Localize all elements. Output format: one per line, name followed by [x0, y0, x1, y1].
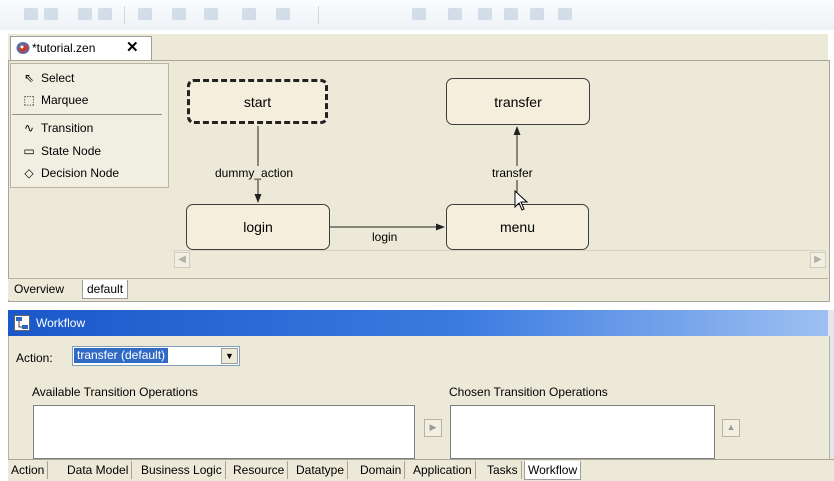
available-operations-label: Available Transition Operations [32, 385, 198, 399]
tab-default[interactable]: default [82, 280, 129, 299]
tab-application[interactable]: Application [410, 461, 476, 479]
horizontal-scrollbar[interactable] [172, 250, 826, 269]
state-node-start[interactable]: start [187, 79, 328, 124]
tab-domain[interactable]: Domain [357, 461, 406, 479]
tab-resource[interactable]: Resource [230, 461, 289, 479]
chevron-down-icon[interactable]: ▼ [221, 348, 238, 364]
tab-business-logic[interactable]: Business Logic [138, 461, 226, 479]
node-label: start [243, 93, 272, 110]
mouse-cursor-icon [514, 190, 529, 211]
chosen-operations-label: Chosen Transition Operations [449, 385, 608, 399]
workflow-view-title-bar [8, 310, 828, 336]
action-selected-value[interactable]: transfer (default) [74, 348, 169, 363]
tab-tasks[interactable]: Tasks [484, 461, 522, 479]
scroll-left-button[interactable]: ◀ [174, 252, 190, 268]
state-node-transfer[interactable]: transfer [446, 78, 590, 125]
workflow-icon [14, 315, 30, 331]
editor-view-tabs [8, 278, 828, 300]
scroll-right-button[interactable]: ▶ [810, 252, 826, 268]
tab-workflow[interactable]: Workflow [524, 461, 582, 480]
chosen-operations-list[interactable] [450, 405, 715, 459]
node-label: menu [499, 219, 536, 235]
edge-label-dummy-action[interactable]: dummy_action [215, 166, 294, 180]
state-node-login[interactable]: login [186, 204, 330, 250]
workflow-view-title: Workflow [36, 316, 86, 330]
edge-label-login[interactable]: login [372, 230, 398, 244]
move-up-button[interactable]: ▲ [722, 419, 740, 437]
action-label: Action: [16, 351, 53, 365]
tab-action[interactable]: Action [8, 461, 49, 479]
node-label: login [243, 219, 273, 235]
tab-data-model[interactable]: Data Model [64, 461, 133, 479]
tab-overview[interactable]: Overview [10, 280, 68, 298]
node-label: transfer [494, 93, 542, 110]
add-operation-button[interactable]: ▶ [424, 419, 442, 437]
edge-label-transfer[interactable]: transfer [492, 166, 533, 180]
tab-datatype[interactable]: Datatype [293, 461, 349, 479]
available-operations-list[interactable] [33, 405, 415, 459]
